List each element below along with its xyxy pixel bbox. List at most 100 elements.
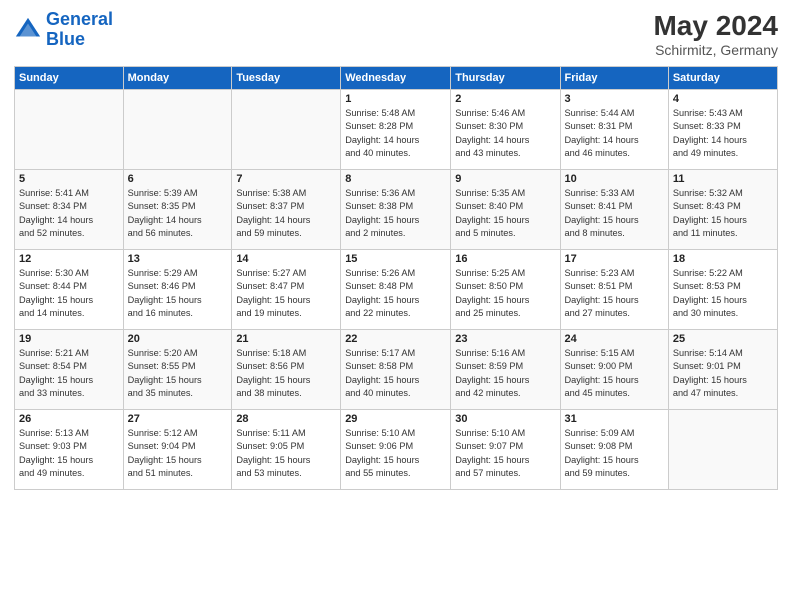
day-info: Sunrise: 5:25 AM Sunset: 8:50 PM Dayligh… [455,267,555,320]
title-block: May 2024 Schirmitz, Germany [653,10,778,58]
day-number: 17 [565,253,664,265]
day-info: Sunrise: 5:38 AM Sunset: 8:37 PM Dayligh… [236,187,336,240]
day-number: 12 [19,253,119,265]
logo-icon [14,16,42,44]
logo-line1: General [46,9,113,29]
location: Schirmitz, Germany [653,42,778,58]
table-row: 12 Sunrise: 5:30 AM Sunset: 8:44 PM Dayli… [15,250,124,330]
day-info: Sunrise: 5:35 AM Sunset: 8:40 PM Dayligh… [455,187,555,240]
day-number: 4 [673,93,773,105]
table-row: 6 Sunrise: 5:39 AM Sunset: 8:35 PM Daylig… [123,170,232,250]
day-info: Sunrise: 5:29 AM Sunset: 8:46 PM Dayligh… [128,267,228,320]
col-friday: Friday [560,67,668,90]
day-number: 23 [455,333,555,345]
table-row: 18 Sunrise: 5:22 AM Sunset: 8:53 PM Dayli… [668,250,777,330]
day-info: Sunrise: 5:32 AM Sunset: 8:43 PM Dayligh… [673,187,773,240]
calendar-week-row: 12 Sunrise: 5:30 AM Sunset: 8:44 PM Dayli… [15,250,778,330]
day-info: Sunrise: 5:21 AM Sunset: 8:54 PM Dayligh… [19,347,119,400]
day-number: 3 [565,93,664,105]
day-info: Sunrise: 5:23 AM Sunset: 8:51 PM Dayligh… [565,267,664,320]
day-number: 28 [236,413,336,425]
table-row [123,90,232,170]
calendar-week-row: 5Sunrise: 5:41 AM Sunset: 8:34 PM Daylig… [15,170,778,250]
logo: General Blue [14,10,113,50]
day-info: Sunrise: 5:36 AM Sunset: 8:38 PM Dayligh… [345,187,446,240]
table-row: 8 Sunrise: 5:36 AM Sunset: 8:38 PM Daylig… [341,170,451,250]
day-number: 19 [19,333,119,345]
day-info: Sunrise: 5:17 AM Sunset: 8:58 PM Dayligh… [345,347,446,400]
day-info: Sunrise: 5:22 AM Sunset: 8:53 PM Dayligh… [673,267,773,320]
day-number: 20 [128,333,228,345]
calendar-week-row: 26Sunrise: 5:13 AM Sunset: 9:03 PM Dayli… [15,410,778,490]
day-number: 31 [565,413,664,425]
day-number: 18 [673,253,773,265]
day-info: Sunrise: 5:41 AM Sunset: 8:34 PM Dayligh… [19,187,119,240]
day-number: 27 [128,413,228,425]
page: General Blue May 2024 Schirmitz, Germany… [0,0,792,612]
table-row: 19 Sunrise: 5:21 AM Sunset: 8:54 PM Dayli… [15,330,124,410]
day-info: Sunrise: 5:16 AM Sunset: 8:59 PM Dayligh… [455,347,555,400]
day-info: Sunrise: 5:12 AM Sunset: 9:04 PM Dayligh… [128,427,228,480]
day-info: Sunrise: 5:26 AM Sunset: 8:48 PM Dayligh… [345,267,446,320]
day-number: 24 [565,333,664,345]
day-number: 22 [345,333,446,345]
calendar-header-row: Sunday Monday Tuesday Wednesday Thursday… [15,67,778,90]
table-row: 13 Sunrise: 5:29 AM Sunset: 8:46 PM Dayli… [123,250,232,330]
table-row: 3 Sunrise: 5:44 AM Sunset: 8:31 PM Daylig… [560,90,668,170]
day-info: Sunrise: 5:18 AM Sunset: 8:56 PM Dayligh… [236,347,336,400]
table-row: 11Sunrise: 5:32 AM Sunset: 8:43 PM Dayli… [668,170,777,250]
table-row: 16Sunrise: 5:25 AM Sunset: 8:50 PM Dayli… [451,250,560,330]
day-info: Sunrise: 5:44 AM Sunset: 8:31 PM Dayligh… [565,107,664,160]
day-info: Sunrise: 5:33 AM Sunset: 8:41 PM Dayligh… [565,187,664,240]
calendar-table: Sunday Monday Tuesday Wednesday Thursday… [14,66,778,490]
month-year: May 2024 [653,10,778,42]
table-row: 30Sunrise: 5:10 AM Sunset: 9:07 PM Dayli… [451,410,560,490]
table-row: 20 Sunrise: 5:20 AM Sunset: 8:55 PM Dayli… [123,330,232,410]
day-info: Sunrise: 5:48 AM Sunset: 8:28 PM Dayligh… [345,107,446,160]
table-row: 26Sunrise: 5:13 AM Sunset: 9:03 PM Dayli… [15,410,124,490]
day-info: Sunrise: 5:11 AM Sunset: 9:05 PM Dayligh… [236,427,336,480]
table-row: 2 Sunrise: 5:46 AM Sunset: 8:30 PM Daylig… [451,90,560,170]
col-monday: Monday [123,67,232,90]
table-row: 9 Sunrise: 5:35 AM Sunset: 8:40 PM Daylig… [451,170,560,250]
day-info: Sunrise: 5:46 AM Sunset: 8:30 PM Dayligh… [455,107,555,160]
day-info: Sunrise: 5:09 AM Sunset: 9:08 PM Dayligh… [565,427,664,480]
table-row: 17 Sunrise: 5:23 AM Sunset: 8:51 PM Dayli… [560,250,668,330]
col-sunday: Sunday [15,67,124,90]
day-info: Sunrise: 5:27 AM Sunset: 8:47 PM Dayligh… [236,267,336,320]
day-number: 6 [128,173,228,185]
table-row: 25Sunrise: 5:14 AM Sunset: 9:01 PM Dayli… [668,330,777,410]
day-number: 26 [19,413,119,425]
day-number: 1 [345,93,446,105]
col-tuesday: Tuesday [232,67,341,90]
table-row: 31 Sunrise: 5:09 AM Sunset: 9:08 PM Dayli… [560,410,668,490]
table-row: 7Sunrise: 5:38 AM Sunset: 8:37 PM Daylig… [232,170,341,250]
day-number: 10 [565,173,664,185]
table-row: 28 Sunrise: 5:11 AM Sunset: 9:05 PM Dayli… [232,410,341,490]
day-number: 2 [455,93,555,105]
table-row: 29Sunrise: 5:10 AM Sunset: 9:06 PM Dayli… [341,410,451,490]
day-number: 29 [345,413,446,425]
table-row: 27 Sunrise: 5:12 AM Sunset: 9:04 PM Dayli… [123,410,232,490]
day-number: 8 [345,173,446,185]
table-row: 15Sunrise: 5:26 AM Sunset: 8:48 PM Dayli… [341,250,451,330]
calendar-week-row: 19 Sunrise: 5:21 AM Sunset: 8:54 PM Dayli… [15,330,778,410]
day-info: Sunrise: 5:39 AM Sunset: 8:35 PM Dayligh… [128,187,228,240]
day-number: 21 [236,333,336,345]
table-row: 23 Sunrise: 5:16 AM Sunset: 8:59 PM Dayli… [451,330,560,410]
table-row [232,90,341,170]
day-number: 9 [455,173,555,185]
table-row: 1 Sunrise: 5:48 AM Sunset: 8:28 PM Daylig… [341,90,451,170]
day-number: 14 [236,253,336,265]
logo-text: General Blue [46,10,113,50]
day-info: Sunrise: 5:20 AM Sunset: 8:55 PM Dayligh… [128,347,228,400]
day-info: Sunrise: 5:10 AM Sunset: 9:07 PM Dayligh… [455,427,555,480]
table-row [668,410,777,490]
table-row: 14 Sunrise: 5:27 AM Sunset: 8:47 PM Dayli… [232,250,341,330]
logo-line2: Blue [46,29,85,49]
day-info: Sunrise: 5:30 AM Sunset: 8:44 PM Dayligh… [19,267,119,320]
day-number: 13 [128,253,228,265]
day-info: Sunrise: 5:14 AM Sunset: 9:01 PM Dayligh… [673,347,773,400]
table-row: 5Sunrise: 5:41 AM Sunset: 8:34 PM Daylig… [15,170,124,250]
day-info: Sunrise: 5:43 AM Sunset: 8:33 PM Dayligh… [673,107,773,160]
